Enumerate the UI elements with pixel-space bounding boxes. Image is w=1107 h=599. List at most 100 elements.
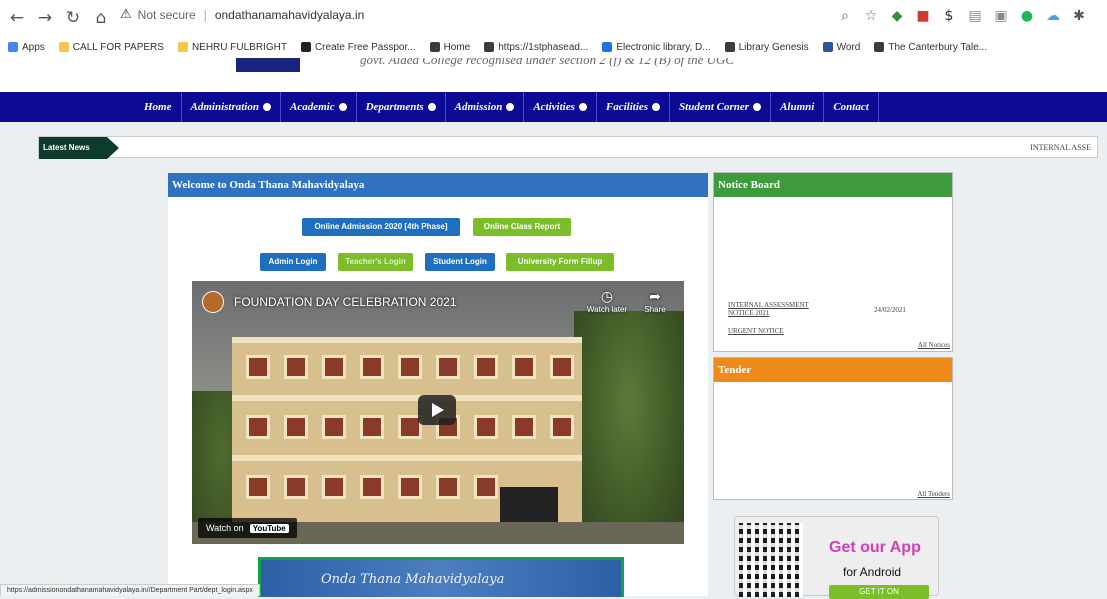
online-admission-button[interactable]: Online Admission 2020 [4th Phase]	[302, 218, 460, 236]
dropdown-icon	[338, 103, 347, 112]
all-notices-link[interactable]: All Notices	[918, 341, 950, 349]
bookmark-item[interactable]: CALL FOR PAPERS	[58, 42, 164, 53]
nav-item-label: Departments	[365, 101, 424, 113]
bookmark-label: NEHRU FULBRIGHT	[191, 41, 287, 53]
bookmark-item[interactable]: Electronic library, D...	[602, 42, 711, 53]
nav-item-administration[interactable]: Administration	[182, 92, 281, 122]
nav-item-student-corner[interactable]: Student Corner	[670, 92, 772, 122]
notice-item-date: 24/02/2021	[874, 306, 906, 314]
nav-item-contact[interactable]: Contact	[824, 92, 879, 122]
dropdown-icon	[262, 103, 271, 112]
bookmark-icon	[177, 42, 188, 52]
video-player[interactable]: FOUNDATION DAY CELEBRATION 2021 ◷ Watch …	[192, 281, 684, 544]
extension-icon[interactable]: ☁	[1045, 8, 1061, 24]
notice-item-title-cont[interactable]: NOTICE 2021	[728, 309, 769, 317]
nav-item-activities[interactable]: Activities	[524, 92, 597, 122]
url-separator: |	[203, 7, 207, 22]
puzzle-icon[interactable]: ✱	[1071, 8, 1087, 24]
dropdown-icon	[652, 103, 661, 112]
address-bar[interactable]: ⚠ Not secure | ondathanamahavidyalaya.in	[120, 7, 364, 22]
url-text[interactable]: ondathanamahavidyalaya.in	[215, 8, 364, 22]
bookmark-icon	[300, 42, 311, 52]
dropdown-icon	[506, 103, 515, 112]
share-button[interactable]: ➦ Share	[632, 289, 678, 314]
apps-grid-icon	[8, 42, 18, 52]
video-title-area: FOUNDATION DAY CELEBRATION 2021	[202, 291, 457, 313]
watch-later-button[interactable]: ◷ Watch later	[584, 289, 630, 314]
bookmark-item[interactable]: Word	[822, 42, 860, 53]
extension-icon[interactable]: ■	[915, 8, 931, 24]
home-icon[interactable]: ⌂	[90, 8, 112, 28]
nav-item-home[interactable]: Home	[135, 92, 182, 122]
status-bar: https://admissionondathanamahavidyalaya.…	[0, 584, 260, 596]
bookmark-icon	[724, 42, 735, 52]
college-logo[interactable]	[236, 58, 300, 72]
get-it-on-button[interactable]: GET IT ON	[829, 585, 929, 599]
app-promo[interactable]: Get our App for Android GET IT ON	[734, 516, 939, 599]
channel-avatar[interactable]	[202, 291, 224, 313]
online-class-report-button[interactable]: Online Class Report	[473, 218, 571, 236]
notice-item-title[interactable]: INTERNAL ASSESSMENT	[728, 301, 809, 309]
latest-news-bar: Latest News INTERNAL ASSE	[38, 136, 1098, 159]
share-icon: ➦	[649, 289, 661, 305]
all-tenders-link[interactable]: All Tenders	[917, 490, 950, 498]
bookmark-item[interactable]: Home	[429, 42, 470, 53]
video-trees-right	[574, 311, 684, 541]
notice-item-2[interactable]: URGENT NOTICE	[728, 327, 784, 335]
nav-item-admission[interactable]: Admission	[446, 92, 525, 122]
zoom-icon[interactable]: ⌕	[837, 8, 853, 24]
banner-text: Onda Thana Mahavidyalaya	[321, 572, 505, 587]
nav-item-facilities[interactable]: Facilities	[597, 92, 671, 122]
nav-item-label: Student Corner	[679, 101, 750, 113]
bookmark-item[interactable]: NEHRU FULBRIGHT	[177, 41, 287, 53]
watch-on-youtube-button[interactable]: Watch on YouTube	[198, 518, 297, 538]
bookmark-item[interactable]: Create Free Passpor...	[300, 41, 416, 53]
forward-icon[interactable]: →	[34, 8, 56, 28]
news-ticker[interactable]: INTERNAL ASSE	[1030, 137, 1091, 159]
nav-item-label: Contact	[833, 101, 869, 113]
bookmark-item[interactable]: The Canterbury Tale...	[874, 42, 987, 53]
star-icon[interactable]: ☆	[863, 8, 879, 24]
nav-item-label: Home	[144, 101, 172, 113]
bookmark-item[interactable]: Library Genesis	[724, 41, 809, 53]
bookmark-icon	[58, 42, 69, 52]
nav-item-label: Administration	[190, 101, 259, 113]
share-label: Share	[644, 305, 666, 314]
bookmark-label: Apps	[22, 41, 45, 53]
bookmark-item[interactable]: https://1stphasead...	[484, 42, 588, 53]
back-icon[interactable]: ←	[6, 8, 28, 28]
dropdown-icon	[753, 103, 762, 112]
bookmark-icon	[602, 42, 613, 52]
extension-icon[interactable]: ◆	[889, 8, 905, 24]
student-login-button[interactable]: Student Login	[425, 253, 495, 271]
university-form-fillup-button[interactable]: University Form Fillup	[506, 253, 614, 271]
bookmark-item[interactable]: Apps	[8, 42, 45, 53]
extension-icon[interactable]: ▤	[967, 8, 983, 24]
nav-item-label: Academic	[289, 101, 335, 113]
extension-icon[interactable]: ▣	[993, 8, 1009, 24]
news-arrow	[107, 137, 119, 159]
nav-item-departments[interactable]: Departments	[357, 92, 446, 122]
welcome-title: Welcome to Onda Thana Mahavidyalaya	[168, 173, 708, 197]
bookmarks-bar: Apps CALL FOR PAPERS NEHRU FULBRIGHT Create…	[0, 36, 1107, 58]
header-subtitle: govt. Aided College recognised under sec…	[360, 58, 735, 67]
notice-board-panel: Notice Board INTERNAL ASSESSMENT NOTICE …	[713, 172, 953, 352]
nav-item-academic[interactable]: Academic	[281, 92, 357, 122]
extension-icon[interactable]: $	[941, 8, 957, 24]
admin-login-button[interactable]: Admin Login	[260, 253, 326, 271]
extension-icon[interactable]: ●	[1019, 8, 1035, 24]
bookmark-label: Library Genesis	[738, 41, 809, 53]
teacher-login-button[interactable]: Teacher's Login	[338, 253, 413, 271]
warning-icon: ⚠	[120, 7, 132, 22]
site-header: govt. Aided College recognised under sec…	[0, 58, 1107, 92]
nav-item-label: Alumni	[780, 101, 815, 113]
qr-code-overlay	[739, 523, 803, 597]
bookmark-label: https://1stphasead...	[498, 41, 589, 53]
bookmark-label: Create Free Passpor...	[314, 41, 416, 53]
app-promo-heading: Get our App	[829, 539, 921, 556]
nav-item-label: Facilities	[605, 101, 649, 113]
play-button[interactable]	[418, 395, 456, 425]
video-title[interactable]: FOUNDATION DAY CELEBRATION 2021	[234, 295, 457, 309]
reload-icon[interactable]: ↻	[62, 8, 84, 28]
nav-item-alumni[interactable]: Alumni	[771, 92, 825, 122]
